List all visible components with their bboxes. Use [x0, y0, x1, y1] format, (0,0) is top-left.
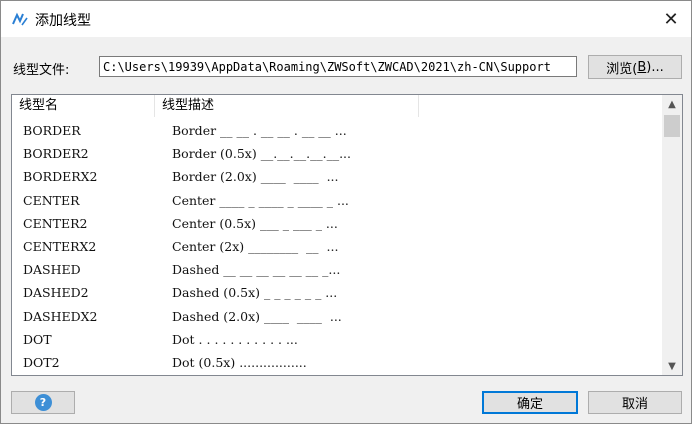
- scroll-up-icon[interactable]: ▲: [662, 95, 682, 113]
- browse-button[interactable]: 浏览(B)...: [588, 55, 682, 79]
- linetype-name: DASHED: [23, 262, 81, 278]
- linetype-description: Center ____ _ ____ _ ____ _ ...: [172, 192, 349, 208]
- linetype-description: Border (2.0x) ____ ____ ...: [172, 169, 339, 185]
- linetype-description: Center (2x) ________ __ ...: [172, 238, 339, 254]
- list-item[interactable]: BORDER2 Border (0.5x) __.__.__.__.__...: [12, 143, 662, 166]
- list-item[interactable]: DASHED2 Dashed (0.5x) _ _ _ _ _ _ ...: [12, 282, 662, 305]
- linetype-description: Dashed __ __ __ __ __ __ _...: [172, 262, 341, 278]
- list-item[interactable]: DOT Dot . . . . . . . . . . . ...: [12, 329, 662, 352]
- linetype-name: CENTER: [23, 192, 80, 208]
- list-item[interactable]: CENTER2 Center (0.5x) ___ _ ___ _ ...: [12, 213, 662, 236]
- linetype-description: Dot . . . . . . . . . . . ...: [172, 331, 298, 347]
- scrollbar-thumb[interactable]: [664, 115, 680, 137]
- linetype-description: Border (0.5x) __.__.__.__.__...: [172, 146, 352, 162]
- list-item[interactable]: BORDERX2 Border (2.0x) ____ ____ ...: [12, 166, 662, 189]
- linetype-name: BORDERX2: [23, 169, 98, 185]
- column-header-name[interactable]: 线型名: [12, 95, 155, 117]
- linetype-list[interactable]: 线型名 线型描述 BORDER Border __ __ . __ __ . __…: [11, 94, 683, 376]
- linetype-name: BORDER: [23, 123, 81, 138]
- linetype-description: Dot (0.5x) .................: [172, 354, 307, 370]
- linetype-description: Dashed (0.5x) _ _ _ _ _ _ ...: [172, 285, 338, 301]
- cancel-button[interactable]: 取消: [588, 391, 682, 414]
- linetype-name: CENTER2: [23, 215, 88, 231]
- linetype-icon: [12, 12, 28, 26]
- browse-button-accelerator: B: [637, 59, 647, 75]
- linetype-description: Border __ __ . __ __ . __ __ ...: [172, 123, 347, 138]
- vertical-scrollbar[interactable]: ▲ ▼: [662, 95, 682, 375]
- linetype-file-label: 线型文件:: [13, 63, 70, 78]
- list-header: 线型名 线型描述: [12, 95, 662, 117]
- help-button[interactable]: ?: [11, 391, 75, 414]
- linetype-name: CENTERX2: [23, 238, 97, 254]
- linetype-name: DOT2: [23, 354, 60, 370]
- scroll-down-icon[interactable]: ▼: [662, 357, 682, 375]
- list-item[interactable]: CENTERX2 Center (2x) ________ __ ...: [12, 236, 662, 259]
- title-bar: 添加线型 ✕: [1, 1, 691, 37]
- browse-button-label-suffix: )...: [646, 59, 664, 75]
- list-item[interactable]: DASHED Dashed __ __ __ __ __ __ _...: [12, 259, 662, 282]
- linetype-file-path-field[interactable]: C:\Users\19939\AppData\Roaming\ZWSoft\ZW…: [99, 56, 577, 77]
- list-rows: BORDER Border __ __ . __ __ . __ __ ... B…: [12, 120, 662, 375]
- ok-button[interactable]: 确定: [482, 391, 578, 414]
- list-item[interactable]: BORDER Border __ __ . __ __ . __ __ ...: [12, 120, 662, 143]
- list-item[interactable]: DASHEDX2 Dashed (2.0x) ____ ____ ...: [12, 306, 662, 329]
- dialog-title: 添加线型: [35, 13, 91, 29]
- linetype-name: DASHED2: [23, 285, 89, 301]
- linetype-name: DOT: [23, 331, 52, 347]
- linetype-name: BORDER2: [23, 146, 89, 162]
- add-linetype-dialog: 添加线型 ✕ 线型文件: C:\Users\19939\AppData\Roam…: [0, 0, 692, 424]
- linetype-description: Center (0.5x) ___ _ ___ _ ...: [172, 215, 338, 231]
- list-item[interactable]: DOT2 Dot (0.5x) .................: [12, 352, 662, 375]
- browse-button-label-prefix: 浏览(: [606, 61, 638, 77]
- close-icon[interactable]: ✕: [657, 5, 685, 33]
- list-item[interactable]: CENTER Center ____ _ ____ _ ____ _ ...: [12, 190, 662, 213]
- help-icon: ?: [34, 394, 52, 411]
- column-header-description[interactable]: 线型描述: [155, 95, 419, 117]
- linetype-description: Dashed (2.0x) ____ ____ ...: [172, 308, 342, 324]
- linetype-name: DASHEDX2: [23, 308, 98, 324]
